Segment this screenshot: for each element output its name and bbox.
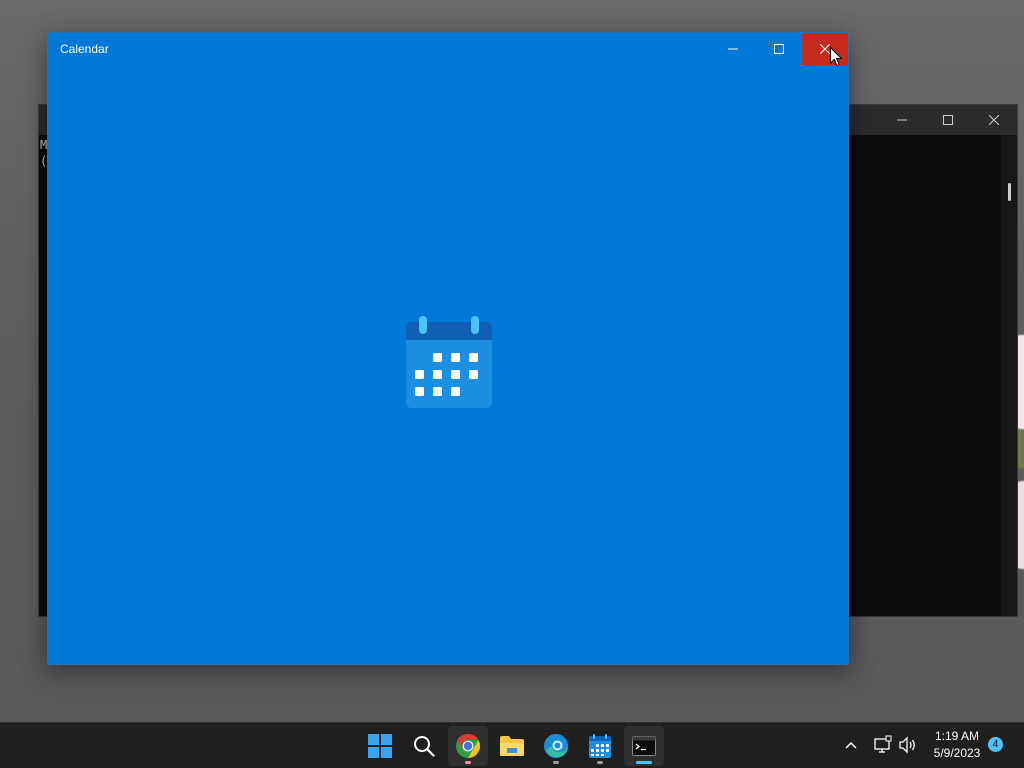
terminal-maximize-button[interactable] bbox=[925, 105, 971, 135]
running-indicator bbox=[636, 761, 652, 764]
taskbar: 1:19 AM 5/9/2023 4 bbox=[0, 722, 1024, 768]
minimize-icon bbox=[728, 48, 738, 50]
search-button[interactable] bbox=[404, 726, 444, 766]
clock-time: 1:19 AM bbox=[934, 729, 980, 743]
windows-logo-icon bbox=[368, 734, 392, 758]
calendar-splash-icon bbox=[404, 316, 494, 413]
edge-icon bbox=[544, 734, 568, 758]
minimize-icon bbox=[897, 119, 907, 121]
taskbar-chrome[interactable] bbox=[448, 726, 488, 766]
calendar-icon bbox=[406, 316, 492, 408]
clock-button[interactable]: 1:19 AM 5/9/2023 bbox=[924, 728, 990, 762]
start-button[interactable] bbox=[360, 726, 400, 766]
running-indicator bbox=[465, 761, 471, 764]
taskbar-terminal[interactable] bbox=[624, 726, 664, 766]
volume-button[interactable] bbox=[898, 735, 918, 760]
taskbar-calendar[interactable] bbox=[580, 726, 620, 766]
chrome-icon bbox=[456, 734, 481, 758]
search-icon bbox=[414, 736, 435, 757]
running-indicator bbox=[597, 761, 603, 764]
calendar-icon bbox=[589, 734, 611, 758]
terminal-window-controls bbox=[879, 105, 1017, 135]
running-indicator bbox=[553, 761, 559, 764]
maximize-icon bbox=[943, 115, 953, 125]
maximize-icon bbox=[774, 44, 784, 54]
close-icon bbox=[989, 115, 999, 125]
taskbar-edge[interactable] bbox=[536, 726, 576, 766]
close-icon bbox=[820, 44, 830, 54]
maximize-button[interactable] bbox=[756, 33, 802, 65]
speaker-icon bbox=[899, 736, 915, 754]
calendar-window[interactable]: Calendar bbox=[47, 32, 849, 665]
terminal-icon bbox=[632, 736, 656, 756]
show-hidden-icons-button[interactable] bbox=[845, 735, 857, 760]
calendar-titlebar[interactable]: Calendar bbox=[48, 33, 848, 65]
terminal-scrollbar-thumb[interactable] bbox=[1008, 183, 1011, 201]
network-button[interactable] bbox=[874, 735, 892, 760]
notification-badge[interactable]: 4 bbox=[988, 737, 1003, 752]
chevron-up-icon bbox=[845, 741, 857, 749]
network-icon bbox=[874, 735, 892, 753]
minimize-button[interactable] bbox=[710, 33, 756, 65]
clock-date: 5/9/2023 bbox=[933, 746, 981, 760]
terminal-minimize-button[interactable] bbox=[879, 105, 925, 135]
folder-icon bbox=[500, 736, 524, 756]
taskbar-file-explorer[interactable] bbox=[492, 726, 532, 766]
calendar-window-controls bbox=[710, 33, 848, 65]
terminal-close-button[interactable] bbox=[971, 105, 1017, 135]
mouse-cursor bbox=[830, 46, 843, 72]
window-title: Calendar bbox=[60, 42, 109, 56]
terminal-scrollbar[interactable] bbox=[1001, 135, 1017, 616]
